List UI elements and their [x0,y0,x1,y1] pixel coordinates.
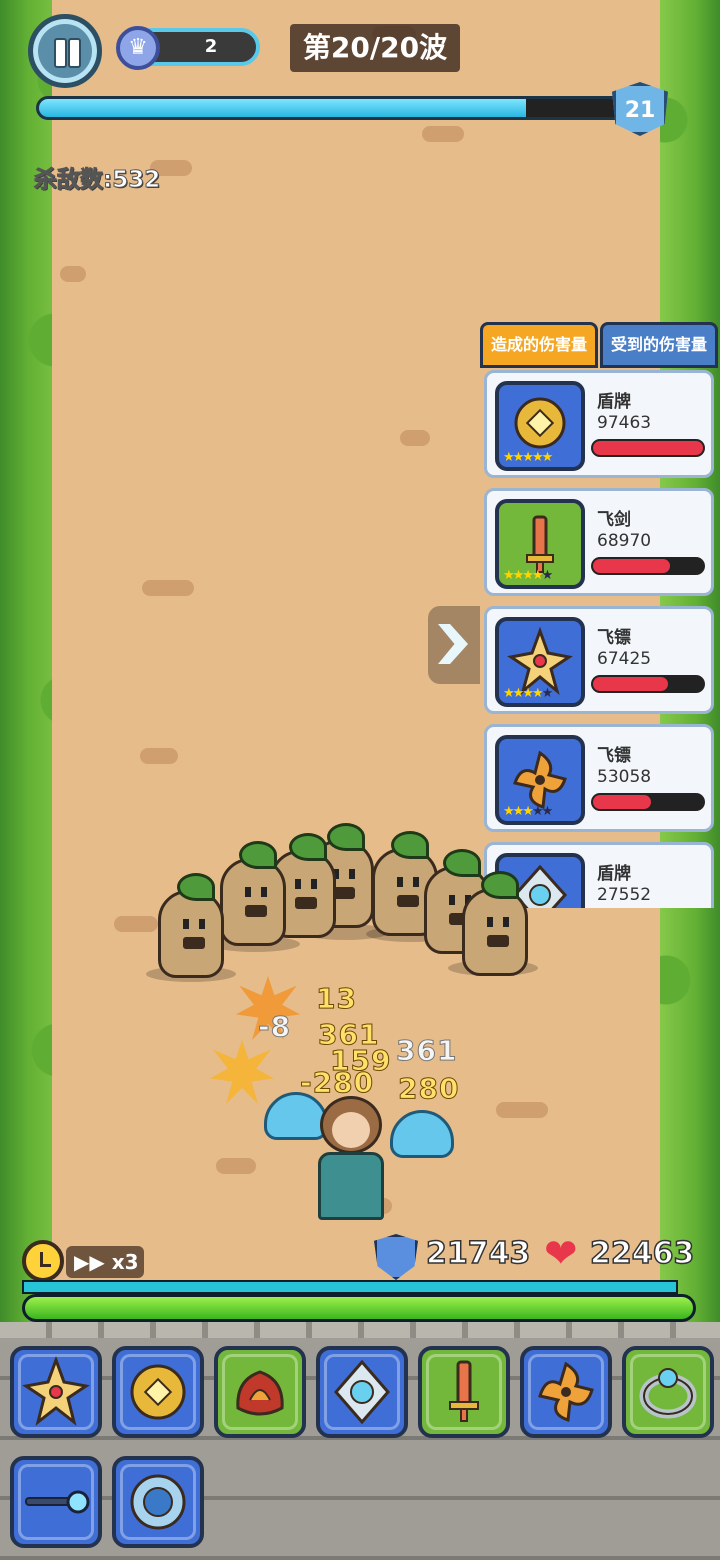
skill-slot[interactable] [112,1346,204,1438]
damage-item: ★★★★★ 飞镖 53058 [484,724,714,832]
wave-indicator: 第20/20波 [290,24,460,72]
star-shuriken-icon [22,1355,90,1426]
hp-value: 22463 [589,1235,695,1272]
skill-slot[interactable] [214,1346,306,1438]
tab-damage-dealt[interactable]: 造成的伤害量 [480,322,598,368]
damage-value: 53058 [597,767,652,787]
golden-shield-icon [130,1364,186,1420]
speed-toggle-button[interactable]: ▶▶ x3 [66,1246,144,1278]
silver-ring-icon [639,1368,697,1419]
speed-label: x3 [111,1250,139,1274]
damage-bar [591,439,705,457]
damage-value: 97463 [597,413,652,433]
player-hero [306,1096,396,1224]
collapse-panel-button[interactable] [428,606,480,684]
experience-fill [39,99,527,117]
magic-wand-icon [25,1490,90,1514]
star-shuriken-icon: ★★★★★ [495,617,585,707]
damage-number: 13 [316,982,357,1016]
weapon-name: 盾牌 [597,392,631,412]
clock-icon [22,1240,64,1282]
golden-shield-icon: ★★★★★ [495,381,585,471]
damage-bar-fill [593,559,670,573]
flame-gauntlet-icon [236,1370,284,1416]
flying-sword-icon [449,1360,479,1422]
damage-item: ★★★★★ 飞剑 68970 [484,488,714,596]
damage-item: ★★★★★ 盾牌 97463 [484,370,714,478]
game-stage: 2 ♛ 第20/20波 21 杀敌数:532 造成的伤害量 受到的伤害量 ★★★… [0,0,720,1560]
star-rating: ★★★★★ [503,568,553,583]
damage-number: -8 [257,1010,292,1044]
weapon-name: 盾牌 [597,864,631,884]
curved-shuriken-icon: ★★★★★ [495,735,585,825]
damage-value: 68970 [597,531,652,551]
heart-icon: ❤ [544,1231,578,1277]
damage-bar [591,793,705,811]
chevron-right-icon [438,624,468,664]
skill-slot[interactable] [10,1456,102,1548]
skill-slot[interactable] [418,1346,510,1438]
skill-slot[interactable] [520,1346,612,1438]
hp-bar-fill [25,1297,693,1319]
damage-bar-fill [593,795,651,809]
skill-slot[interactable] [622,1346,714,1438]
shield-bar [22,1280,678,1294]
shield-bar-fill [24,1282,676,1292]
tree-stump-enemy [462,871,528,976]
damage-number: -280 [299,1066,375,1100]
damage-bar [591,557,705,575]
tab-damage-taken[interactable]: 受到的伤害量 [600,322,718,368]
skill-slot[interactable] [10,1346,102,1438]
crown-count: 2 [204,36,218,57]
damage-list: ★★★★★ 盾牌 97463 ★★★★★ 飞剑 68970 ★★★★★ 飞镖 6… [480,366,720,908]
skill-slot[interactable] [316,1346,408,1438]
tree-stump-enemy [220,841,286,946]
weapon-name: 飞剑 [597,510,631,530]
crown-icon: ♛ [116,26,160,70]
curved-shuriken-icon [538,1361,594,1423]
damage-item: ★★★★★ 飞镖 67425 [484,606,714,714]
damage-bar-fill [593,677,668,691]
star-rating: ★★★★★ [503,686,553,701]
hp-bar [22,1294,696,1322]
damage-value: 27552 [597,885,652,905]
damage-bar [591,675,705,693]
flying-sword-icon: ★★★★★ [495,499,585,589]
damage-number: 280 [397,1072,460,1106]
weapon-name: 飞镖 [597,746,631,766]
round-shield-icon [130,1474,186,1530]
damage-tabs: 造成的伤害量 受到的伤害量 [480,322,720,368]
tree-stump-enemy [158,873,224,978]
shield-value: 21743 [425,1235,531,1272]
kill-counter: 杀敌数:532 [33,167,161,194]
damage-value: 67425 [597,649,652,669]
weapon-name: 飞镖 [597,628,631,648]
damage-number: 361 [395,1034,458,1068]
experience-bar [36,96,636,120]
damage-bar-fill [593,441,703,455]
pause-button[interactable] [28,14,102,88]
star-rating: ★★★★★ [503,804,553,819]
skill-slot[interactable] [112,1456,204,1548]
star-rating: ★★★★★ [503,450,553,465]
silver-shield-icon [334,1359,390,1425]
